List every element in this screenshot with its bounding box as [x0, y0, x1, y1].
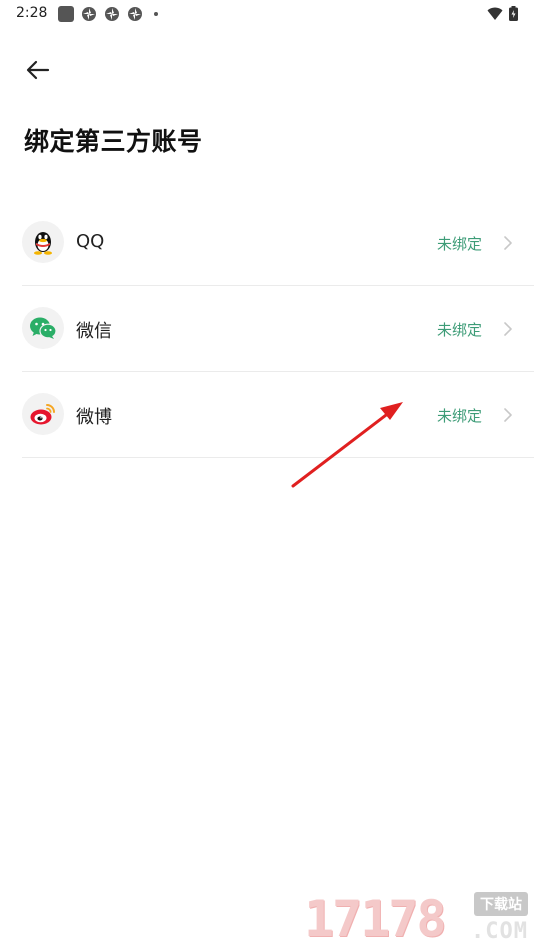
- arrow-left-icon: [26, 60, 50, 80]
- account-name: 微信: [76, 321, 112, 342]
- account-item-qq[interactable]: QQ 未绑定: [22, 200, 534, 286]
- notification-icons: [58, 6, 158, 22]
- avatar: [22, 221, 64, 263]
- wifi-icon: [487, 7, 503, 20]
- chevron-right-icon: [504, 322, 512, 336]
- more-notifications-dot-icon: [154, 12, 158, 16]
- account-name: 微博: [76, 407, 112, 428]
- sync-icon: [105, 7, 119, 21]
- account-item-wechat[interactable]: 微信 未绑定: [22, 286, 534, 372]
- avatar: [22, 307, 64, 349]
- watermark-tag: 下载站: [474, 892, 528, 916]
- status-time: 2:28: [16, 5, 48, 21]
- avatar: [22, 393, 64, 435]
- watermark-logo: 17178 下载站 .COM: [304, 888, 528, 950]
- app-notification-icon: [58, 6, 74, 22]
- account-list: QQ 未绑定 微信 未绑定 微博 未绑定: [22, 200, 534, 458]
- account-item-weibo[interactable]: 微博 未绑定: [22, 372, 534, 458]
- status-bar: 2:28: [0, 0, 534, 28]
- bind-status: 未绑定: [436, 321, 482, 339]
- page-title: 绑定第三方账号: [24, 127, 203, 156]
- wechat-icon: [30, 317, 57, 339]
- back-button[interactable]: [20, 54, 56, 86]
- chevron-right-icon: [504, 408, 512, 422]
- system-icons: [487, 6, 518, 21]
- account-name: QQ: [76, 231, 105, 252]
- chevron-right-icon: [504, 236, 512, 250]
- watermark-digits: 17178: [304, 890, 447, 948]
- weibo-icon: [30, 404, 55, 425]
- sync-icon: [128, 7, 142, 21]
- bind-status: 未绑定: [436, 407, 482, 425]
- battery-icon: [509, 6, 518, 21]
- watermark-domain: .COM: [471, 919, 528, 944]
- sync-icon: [82, 7, 96, 21]
- bind-status: 未绑定: [436, 235, 482, 253]
- qq-icon: [34, 232, 52, 255]
